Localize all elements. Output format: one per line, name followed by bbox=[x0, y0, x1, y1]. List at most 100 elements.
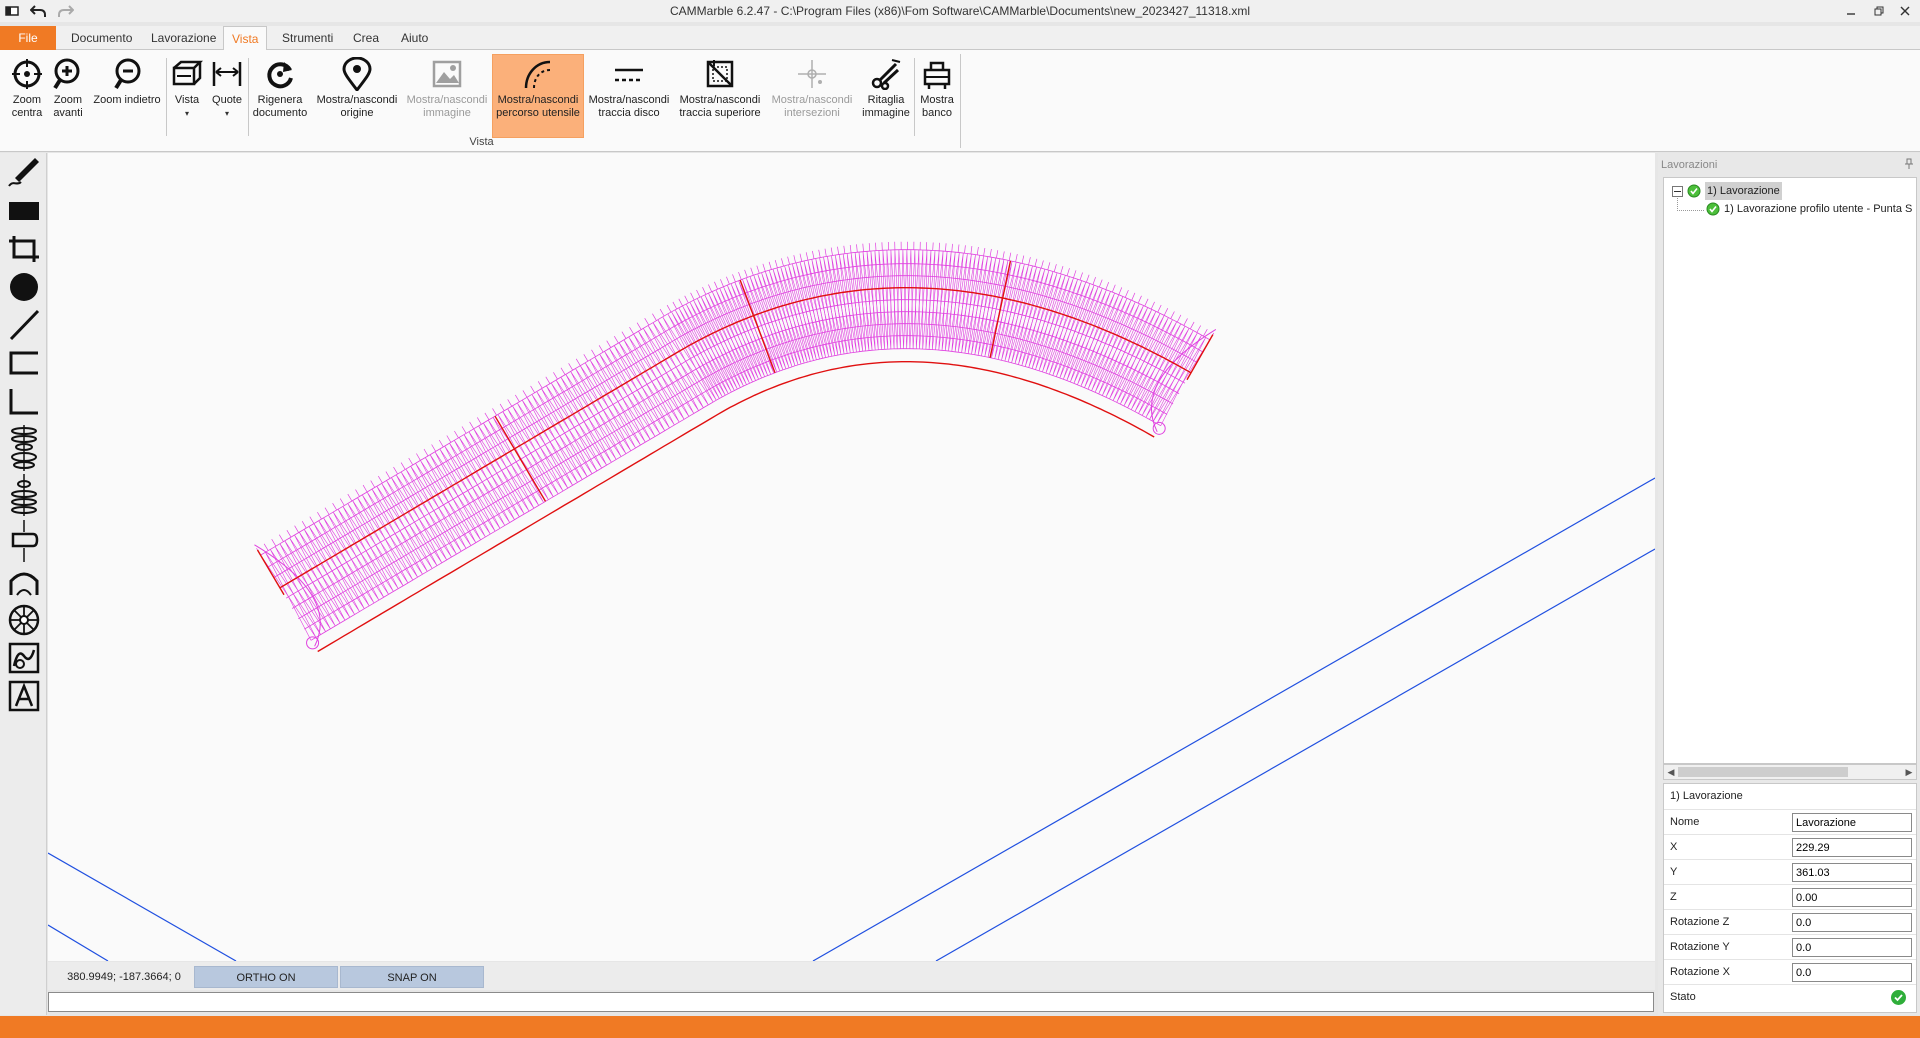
ortho-toggle[interactable]: ORTHO ON bbox=[194, 966, 338, 988]
tree-item-profilo-utente[interactable]: 1) Lavorazione profilo utente - Punta S bbox=[1706, 200, 1912, 218]
command-line-input[interactable] bbox=[48, 992, 1654, 1012]
profile-tool[interactable] bbox=[5, 519, 43, 563]
zoom-centra-button[interactable]: Zoom centra bbox=[6, 55, 48, 135]
scissors-icon bbox=[869, 57, 903, 91]
tree-horizontal-scrollbar[interactable]: ◀ ▶ bbox=[1663, 764, 1917, 780]
tab-vista[interactable]: Vista bbox=[223, 26, 268, 51]
pin-icon[interactable] bbox=[1904, 158, 1914, 170]
tree-connector bbox=[1677, 198, 1705, 211]
tab-documento[interactable]: Documento bbox=[63, 26, 140, 50]
text-tool[interactable] bbox=[5, 679, 43, 713]
prop-label: X bbox=[1670, 841, 1678, 853]
prop-row-rotazione-z: Rotazione Z bbox=[1664, 909, 1916, 934]
quote-dropdown-button[interactable]: Quote ▾ bbox=[208, 55, 246, 135]
tab-aiuto[interactable]: Aiuto bbox=[393, 26, 436, 50]
banco-label: Mostra banco bbox=[920, 94, 954, 119]
spring-tool[interactable] bbox=[5, 424, 43, 472]
dimension-icon bbox=[210, 57, 244, 91]
circle-tool[interactable] bbox=[5, 270, 43, 304]
traccia-disco-label: Mostra/nascondi traccia disco bbox=[588, 94, 670, 119]
chevron-down-icon: ▾ bbox=[184, 109, 189, 118]
lavorazioni-panel: Lavorazioni 1) Lavorazione 1) Lavorazion… bbox=[1658, 153, 1920, 1015]
prop-label: Z bbox=[1670, 891, 1677, 903]
ribbon-group-label: Vista bbox=[469, 136, 494, 148]
rigenera-documento-button[interactable]: Rigenera documento bbox=[250, 55, 310, 135]
regenerate-icon bbox=[263, 57, 297, 91]
rotazione-x-field[interactable] bbox=[1792, 963, 1912, 982]
disc-track-icon bbox=[612, 57, 646, 91]
image-trace-icon bbox=[8, 642, 40, 674]
window-title: CAMMarble 6.2.47 - C:\Program Files (x86… bbox=[669, 4, 1250, 18]
tree-item-label: 1) Lavorazione bbox=[1705, 182, 1782, 200]
zoom-centra-label: Zoom centra bbox=[11, 94, 43, 119]
ribbon-separator bbox=[914, 58, 915, 136]
corner-icon bbox=[9, 389, 38, 415]
arch-icon bbox=[9, 572, 39, 596]
line-tool[interactable] bbox=[5, 308, 43, 342]
toolpath-pass bbox=[273, 275, 1198, 578]
mostra-nascondi-percorso-utensile-button[interactable]: Mostra/nascondi percorso utensile bbox=[492, 54, 584, 138]
collapse-icon[interactable] bbox=[1672, 185, 1683, 197]
crop-icon bbox=[9, 236, 39, 262]
rosette-tool[interactable] bbox=[5, 603, 43, 637]
scroll-left-icon[interactable]: ◀ bbox=[1664, 765, 1678, 779]
profile-end-edge bbox=[1186, 334, 1214, 381]
mostra-nascondi-traccia-superiore-button[interactable]: Mostra/nascondi traccia superiore bbox=[674, 55, 766, 135]
title-bar: CAMMarble 6.2.47 - C:\Program Files (x86… bbox=[0, 0, 1920, 22]
lavorazioni-tree[interactable]: 1) Lavorazione 1) Lavorazione profilo ut… bbox=[1663, 177, 1917, 764]
image-trace-tool[interactable] bbox=[5, 641, 43, 675]
mostra-nascondi-intersezioni-button[interactable]: Mostra/nascondi intersezioni bbox=[768, 55, 856, 135]
snap-toggle[interactable]: SNAP ON bbox=[340, 966, 484, 988]
bracket-icon bbox=[9, 351, 38, 375]
profile-icon bbox=[11, 520, 39, 562]
intersezioni-label: Mostra/nascondi intersezioni bbox=[771, 94, 853, 119]
rotazione-z-field[interactable] bbox=[1792, 913, 1912, 932]
scroll-thumb[interactable] bbox=[1678, 767, 1848, 777]
crop-tool[interactable] bbox=[5, 232, 43, 266]
arch-tool[interactable] bbox=[5, 565, 43, 599]
prop-label: Nome bbox=[1670, 816, 1700, 828]
coil-tool[interactable] bbox=[5, 473, 43, 517]
zoom-indietro-button[interactable]: Zoom indietro bbox=[90, 55, 164, 135]
bracket-tool[interactable] bbox=[5, 346, 43, 380]
ritaglia-immagine-button[interactable]: Ritaglia immagine bbox=[858, 55, 914, 135]
origine-label: Mostra/nascondi origine bbox=[316, 94, 398, 119]
toolpath-icon bbox=[521, 57, 555, 91]
view-cube-icon bbox=[170, 57, 204, 91]
x-field[interactable] bbox=[1792, 838, 1912, 857]
prop-row-y: Y bbox=[1664, 859, 1916, 884]
tab-lavorazione[interactable]: Lavorazione bbox=[143, 26, 224, 50]
corner-tool[interactable] bbox=[5, 384, 43, 418]
mostra-nascondi-origine-button[interactable]: Mostra/nascondi origine bbox=[312, 55, 402, 135]
y-field[interactable] bbox=[1792, 863, 1912, 882]
top-track-icon bbox=[703, 57, 737, 91]
scroll-right-icon[interactable]: ▶ bbox=[1902, 765, 1916, 779]
mostra-banco-button[interactable]: Mostra banco bbox=[916, 55, 958, 135]
vista-dropdown-button[interactable]: Vista ▾ bbox=[168, 55, 206, 135]
nome-field[interactable] bbox=[1792, 813, 1912, 832]
mostra-nascondi-immagine-button[interactable]: Mostra/nascondi immagine bbox=[404, 55, 490, 135]
zoom-avanti-button[interactable]: Zoom avanti bbox=[48, 55, 88, 135]
mostra-nascondi-traccia-disco-button[interactable]: Mostra/nascondi traccia disco bbox=[586, 55, 672, 135]
profile-center-edge bbox=[279, 287, 1192, 589]
status-ok-icon bbox=[1706, 202, 1720, 216]
z-field[interactable] bbox=[1792, 888, 1912, 907]
prop-row-z: Z bbox=[1664, 884, 1916, 909]
prop-row-nome: Nome bbox=[1664, 809, 1916, 834]
tab-strumenti[interactable]: Strumenti bbox=[274, 26, 341, 50]
restore-icon[interactable] bbox=[1868, 2, 1890, 20]
tab-crea[interactable]: Crea bbox=[345, 26, 387, 50]
rotazione-y-field[interactable] bbox=[1792, 938, 1912, 957]
percorso-utensile-label: Mostra/nascondi percorso utensile bbox=[496, 94, 580, 119]
ribbon-separator bbox=[248, 58, 249, 136]
panel-title: Lavorazioni bbox=[1661, 159, 1718, 171]
rectangle-tool[interactable] bbox=[5, 194, 43, 228]
intersection-icon bbox=[795, 57, 829, 91]
profile-segment-joint bbox=[494, 415, 547, 502]
close-icon[interactable] bbox=[1894, 2, 1916, 20]
pencil-tool[interactable] bbox=[5, 155, 43, 189]
tab-file[interactable]: File bbox=[0, 26, 56, 50]
status-ok-icon bbox=[1687, 184, 1701, 198]
drawing-canvas[interactable] bbox=[48, 153, 1655, 961]
minimize-icon[interactable] bbox=[1840, 2, 1862, 20]
